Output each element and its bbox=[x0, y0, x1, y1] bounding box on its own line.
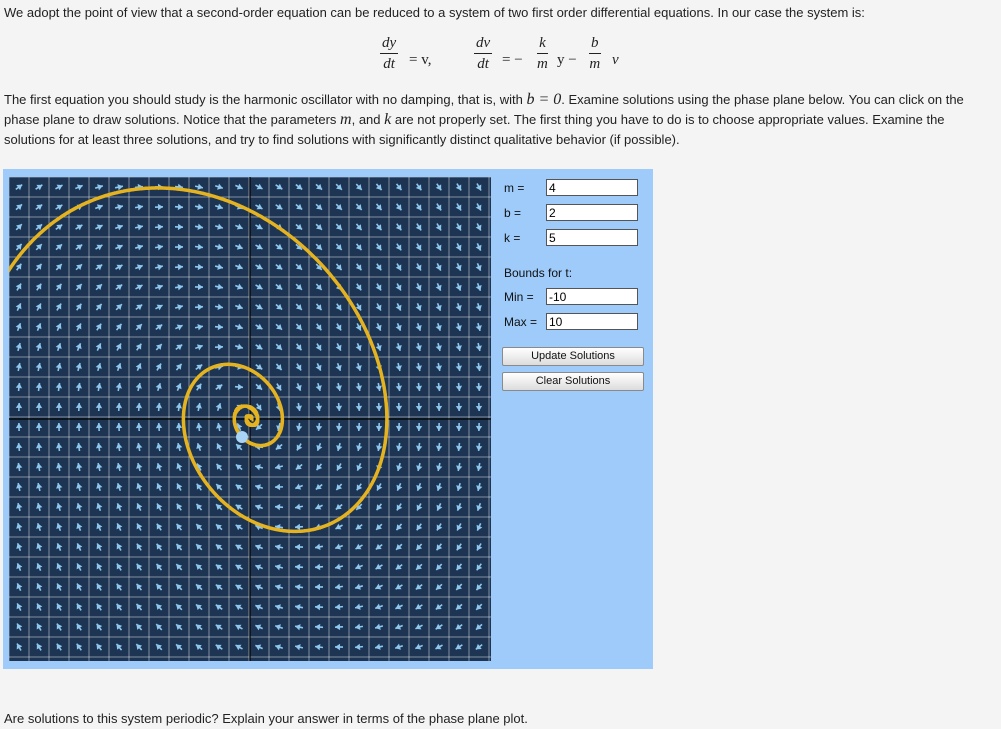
k-numerator: k bbox=[537, 34, 548, 54]
bounds-label: Bounds for t: bbox=[504, 266, 572, 280]
damping-condition: b = 0 bbox=[526, 91, 561, 108]
m-label: m = bbox=[504, 181, 524, 195]
comma-and: , and bbox=[352, 112, 385, 127]
b-input[interactable] bbox=[546, 204, 638, 221]
update-solutions-button[interactable]: Update Solutions bbox=[502, 347, 644, 366]
k-label: k = bbox=[504, 231, 520, 245]
t-min-input[interactable] bbox=[546, 288, 638, 305]
dy-dt-fraction: dy dt bbox=[380, 34, 398, 74]
b-numerator: b bbox=[589, 34, 601, 54]
dv-dt-fraction: dv dt bbox=[474, 34, 492, 74]
instructions-part-1: The first equation you should study is t… bbox=[4, 92, 526, 107]
m-input[interactable] bbox=[546, 179, 638, 196]
eq1-rhs: = v, bbox=[409, 52, 432, 69]
dy-numerator: dy bbox=[380, 34, 398, 54]
intro-text: We adopt the point of view that a second… bbox=[4, 3, 865, 23]
clear-solutions-button[interactable]: Clear Solutions bbox=[502, 372, 644, 391]
t-max-input[interactable] bbox=[546, 313, 638, 330]
k-over-m-fraction: k m bbox=[537, 34, 548, 74]
phase-plane-plot[interactable] bbox=[9, 177, 491, 661]
instructions-text: The first equation you should study is t… bbox=[4, 90, 989, 150]
b-label: b = bbox=[504, 206, 521, 220]
min-label: Min = bbox=[504, 290, 534, 304]
initial-point bbox=[236, 431, 248, 443]
parameter-controls: m = b = k = Bounds for t: Min = Max = Up… bbox=[500, 178, 650, 408]
k-input[interactable] bbox=[546, 229, 638, 246]
phase-plane-applet: m = b = k = Bounds for t: Min = Max = Up… bbox=[3, 169, 653, 669]
param-m: m bbox=[340, 111, 352, 128]
dt-denominator: dt bbox=[380, 54, 398, 74]
m-denominator: m bbox=[589, 54, 601, 74]
question-text: Are solutions to this system periodic? E… bbox=[4, 709, 528, 729]
dv-numerator: dv bbox=[474, 34, 492, 54]
b-over-m-fraction: b m bbox=[589, 34, 601, 74]
equation-system: dy dt = v, dv dt = − k m y − b m v bbox=[0, 34, 1001, 86]
m-denominator: m bbox=[537, 54, 548, 74]
y-minus: y − bbox=[557, 52, 577, 69]
dt-denominator: dt bbox=[474, 54, 492, 74]
v-variable: v bbox=[612, 52, 619, 69]
max-label: Max = bbox=[504, 315, 537, 329]
eq2-equals-minus: = − bbox=[502, 52, 523, 69]
